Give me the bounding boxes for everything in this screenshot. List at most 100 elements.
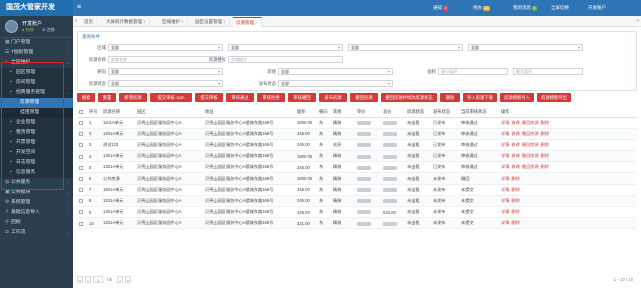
toolbar-button[interactable]: 发布房源 <box>319 93 347 102</box>
row-action-link[interactable]: 撤回房源 <box>522 131 539 136</box>
sidebar-item[interactable]: ↺ 回顾 <box>0 218 73 228</box>
row-checkbox[interactable] <box>79 199 83 204</box>
row-action-link[interactable]: 撤回房源 <box>522 164 539 169</box>
row-checkbox[interactable] <box>79 132 83 137</box>
tab-item[interactable]: 大屏统计数据管理× <box>103 17 150 27</box>
toolbar-button[interactable]: 撤回房源 <box>350 93 378 102</box>
row-checkbox[interactable] <box>79 120 83 125</box>
sidebar-item[interactable]: ⚙ 系统管理 ‹ <box>0 198 73 208</box>
row-action-link[interactable]: 删除 <box>511 198 519 203</box>
sidebar-item[interactable]: ▦门户管理 ‹ <box>0 38 73 48</box>
row-action-link[interactable]: 修改 <box>511 164 519 169</box>
row-action-link[interactable]: 详情 <box>501 187 509 192</box>
house-name-link[interactable]: 1501A单元 <box>101 184 135 196</box>
row-action-link[interactable]: 删除 <box>541 120 549 125</box>
tab-scroll-right-icon[interactable]: » <box>636 18 639 24</box>
row-action-link[interactable]: 详情 <box>501 176 509 181</box>
row-action-link[interactable]: 删除 <box>541 131 549 136</box>
row-action-link[interactable]: 详情 <box>501 198 509 203</box>
close-icon[interactable]: × <box>223 19 226 24</box>
house-name-link[interactable]: 公共房源 <box>101 172 135 185</box>
toolbar-button[interactable]: 提交审核 <box>195 93 223 102</box>
house-name-link[interactable]: 1301A单元 <box>101 206 135 219</box>
row-action-link[interactable]: 详情 <box>501 120 509 125</box>
filter-input[interactable]: 全部 ▾ <box>228 44 343 51</box>
row-action-link[interactable]: 撤回房源 <box>522 120 539 125</box>
topbar-item[interactable]: 待办 12 <box>473 0 490 16</box>
tab-item[interactable]: 园区设置管理× <box>192 17 230 27</box>
filter-input[interactable]: 全部 ▾ <box>278 68 393 75</box>
house-name-link[interactable]: 1301A单元 <box>101 150 135 163</box>
topbar-item[interactable]: 通知 2 <box>433 0 448 16</box>
row-action-link[interactable]: 修改 <box>511 120 519 125</box>
toolbar-button[interactable]: 新增房源 <box>119 93 147 102</box>
house-name-link[interactable]: 1401A单元 <box>101 217 135 230</box>
sidebar-item[interactable]: ☰ T恤砂管理 ‹ <box>0 48 73 58</box>
hamburger-menu-icon[interactable]: ≡ <box>77 4 81 11</box>
filter-input[interactable]: 全部 ▾ <box>278 80 393 87</box>
close-icon[interactable]: × <box>143 19 146 24</box>
table-row[interactable]: 2 1201A单元 贝壳山园区服务园中心A 贝壳山园区服务中心A楼城东路168号 345… <box>77 128 637 140</box>
row-action-link[interactable]: 撤回房源 <box>522 153 539 158</box>
topbar-item[interactable]: 开发账户 <box>588 0 606 16</box>
filter-input[interactable]: 全部 ▾ <box>108 80 223 87</box>
row-action-link[interactable]: 撤回房源 <box>522 142 539 147</box>
topbar-item[interactable]: 全屏切换 <box>551 0 569 16</box>
house-name-link[interactable]: 1101A单元 <box>101 117 135 129</box>
toolbar-button[interactable]: 导入房源下载 <box>463 93 497 102</box>
row-action-link[interactable]: 删除 <box>541 164 549 169</box>
row-action-link[interactable]: 删除 <box>541 153 549 158</box>
table-row[interactable]: 10 1401A单元 贝壳山园区服务园中心A 贝壳山园区服务中心A楼城东路168号 32… <box>77 217 637 230</box>
row-action-link[interactable]: 详情 <box>501 131 509 136</box>
table-row[interactable]: 4 1301A单元 贝壳山园区服务园中心A 贝壳山园区服务中心A楼城东路168号 180… <box>77 150 637 163</box>
tab-scroll-left-icon[interactable]: « <box>73 18 79 24</box>
row-action-link[interactable]: 详情 <box>501 142 509 147</box>
sidebar-item[interactable]: ⇪ 基础信息导入 ‹ <box>0 208 73 218</box>
toolbar-button[interactable]: 审核通过 <box>226 93 254 102</box>
table-row[interactable]: 9 1301A单元 贝壳山园区服务园中心A 贝壳山园区服务中心A楼城东路168号 345… <box>77 206 637 219</box>
toolbar-button[interactable]: 审核撤回 <box>288 93 316 102</box>
toolbar-button[interactable]: 提交审核-1pm <box>150 93 192 102</box>
row-action-link[interactable]: 删除 <box>511 220 519 225</box>
row-checkbox[interactable] <box>79 143 83 148</box>
filter-input[interactable]: 最大面积 <box>513 68 583 75</box>
prev-page-button[interactable]: ‹ <box>85 276 91 283</box>
toolbar-button[interactable]: 房源模板导出 <box>537 93 571 102</box>
toolbar-button[interactable]: 重置 <box>98 93 116 102</box>
table-row[interactable]: 6 公共房源 贝壳山园区服务园中心A 贝壳山园区服务中心A楼城东路168号 1800.0… <box>77 172 637 185</box>
toolbar-button[interactable]: 审核拒绝 <box>257 93 285 102</box>
topbar-item[interactable]: 我的消息 0 <box>513 0 537 16</box>
row-checkbox[interactable] <box>79 210 83 215</box>
row-checkbox[interactable] <box>79 165 83 170</box>
filter-input[interactable]: 全部 ▾ <box>348 44 463 51</box>
filter-input[interactable]: 全部 ▾ <box>108 44 223 51</box>
tab-item[interactable]: 区域维护× <box>159 17 188 27</box>
row-action-link[interactable]: 修改 <box>511 153 519 158</box>
row-checkbox[interactable] <box>79 176 83 181</box>
close-icon[interactable]: × <box>255 20 258 25</box>
brand-title[interactable]: 国茂大管家开发 <box>0 0 73 16</box>
row-action-link[interactable]: 详情 <box>501 164 509 169</box>
sidebar-item[interactable]: ⇄ 工作流 ‹ <box>0 228 73 238</box>
house-name-link[interactable]: 1201A单元 <box>101 195 135 208</box>
row-action-link[interactable]: 删除 <box>511 176 519 181</box>
house-name-link[interactable]: 1201A单元 <box>101 128 135 140</box>
row-action-link[interactable]: 删除 <box>511 209 519 214</box>
toolbar-button[interactable]: 删除 <box>440 93 460 102</box>
table-row[interactable]: 8 1201A单元 贝壳山园区服务园中心A 贝壳山园区服务中心A楼城东路168号 345… <box>77 195 637 208</box>
table-row[interactable]: 1 1101A单元 贝壳山园区服务园中心A 贝壳山园区服务中心A楼城东路168号 180… <box>77 117 637 129</box>
row-action-link[interactable]: 详情 <box>501 220 509 225</box>
row-checkbox[interactable] <box>79 221 83 226</box>
row-action-link[interactable]: 详情 <box>501 153 509 158</box>
table-row[interactable]: 3 测试123 贝壳山园区服务园中心A 贝壳山园区服务中心A楼城东路168号 345.0… <box>77 139 637 152</box>
house-name-link[interactable]: 1401A单元 <box>101 161 135 174</box>
row-checkbox[interactable] <box>79 188 83 193</box>
toolbar-button[interactable]: 搜索 <box>77 93 95 102</box>
house-name-link[interactable]: 测试123 <box>101 139 135 152</box>
select-all-checkbox[interactable] <box>79 110 83 115</box>
filter-input[interactable]: 房源楼号 <box>228 56 343 63</box>
toolbar-button[interactable]: 房源模板导入 <box>500 93 534 102</box>
page-input[interactable]: 1 <box>93 276 103 283</box>
first-page-button[interactable]: « <box>77 276 83 283</box>
table-row[interactable]: 5 1401A单元 贝壳山园区服务园中心A 贝壳山园区服务中心A楼城东路168号 345… <box>77 161 637 174</box>
